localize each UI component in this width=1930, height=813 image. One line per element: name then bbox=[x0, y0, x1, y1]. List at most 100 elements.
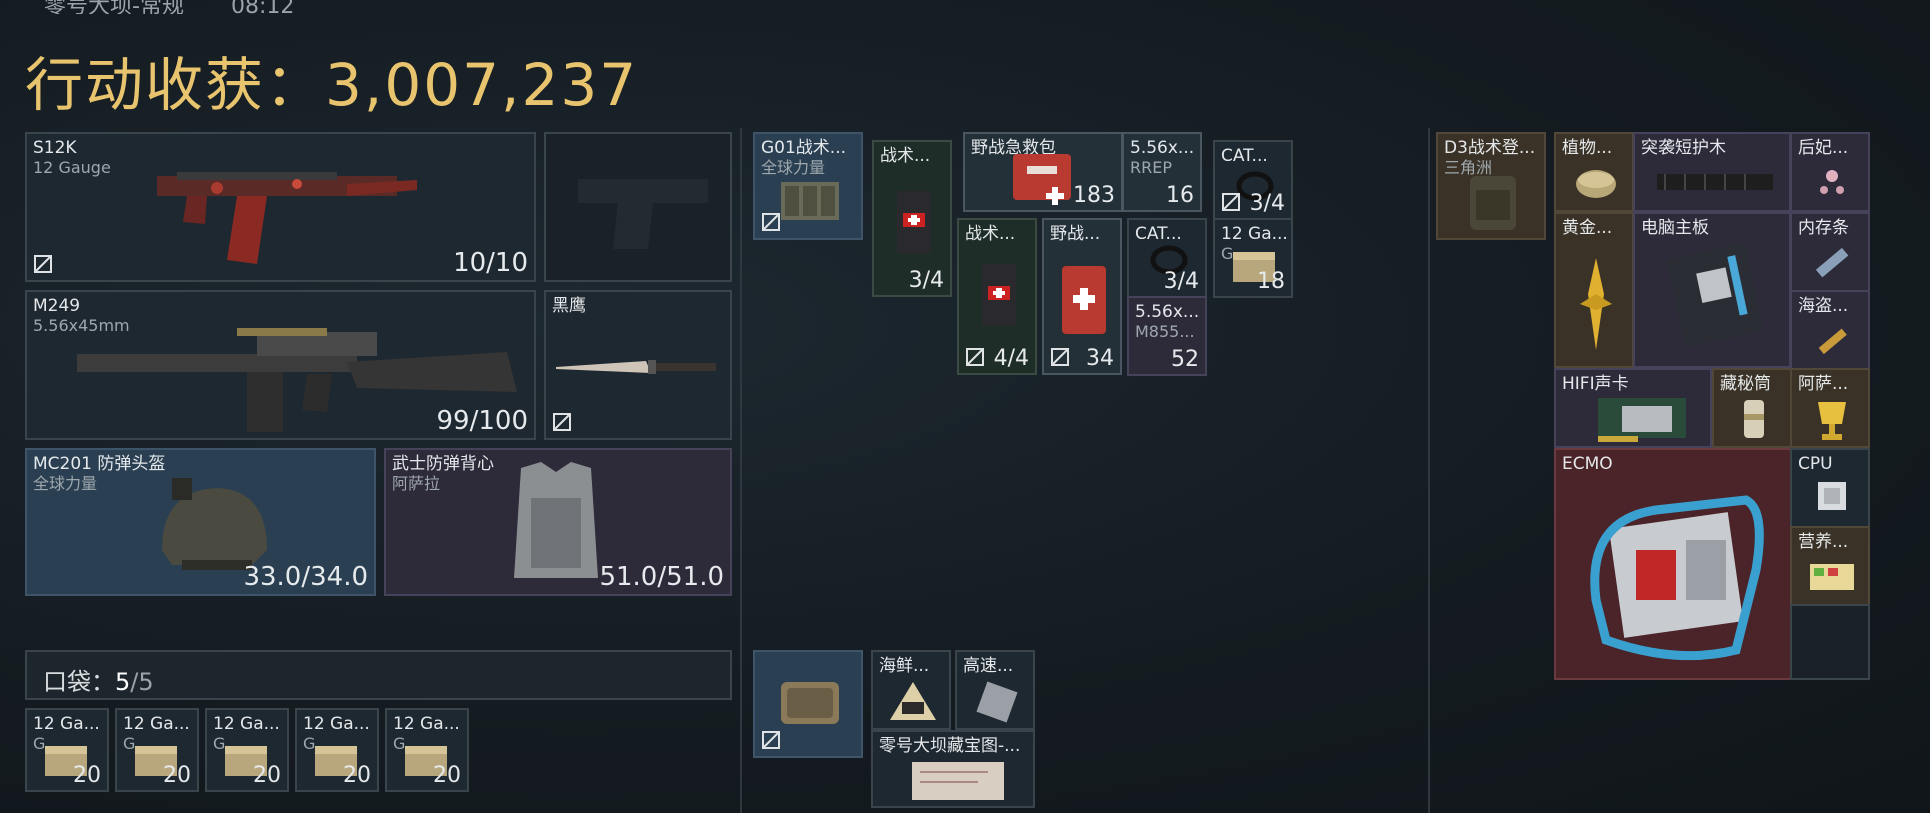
divider bbox=[1428, 128, 1430, 813]
stack-count: 20 bbox=[253, 763, 281, 788]
sound-card-icon bbox=[1598, 398, 1686, 442]
rig-item[interactable]: 12 Ga... G... 18 bbox=[1213, 218, 1293, 298]
item-name: 植物... bbox=[1562, 138, 1613, 158]
chest-rig-slot[interactable]: G01战术... 全球力量 bbox=[753, 132, 863, 240]
stack-count: 3/4 bbox=[1163, 269, 1199, 294]
backpack-image bbox=[1470, 176, 1516, 230]
divider bbox=[740, 128, 742, 813]
helmet-brand: 全球力量 bbox=[33, 474, 98, 493]
case-item[interactable]: 高速... bbox=[955, 650, 1035, 730]
backpack-empty-slot[interactable] bbox=[1790, 604, 1870, 680]
item-name: 藏秘筒 bbox=[1720, 374, 1771, 394]
heal-plus-icon bbox=[1046, 187, 1064, 205]
item-name: 5.56x... bbox=[1135, 302, 1200, 322]
weapon-caliber: 12 Gauge bbox=[33, 158, 111, 177]
rifle-image bbox=[157, 172, 417, 264]
rig-item[interactable]: CAT... 3/4 bbox=[1127, 218, 1207, 298]
item-name: 野战... bbox=[1050, 224, 1101, 244]
no-insure-icon bbox=[34, 255, 52, 273]
safe-case-slot[interactable] bbox=[753, 650, 863, 758]
cpu-chip-icon bbox=[1818, 482, 1846, 510]
backpack-item[interactable]: 植物... bbox=[1554, 132, 1634, 212]
primary-weapon-slot[interactable]: S12K 12 Gauge 10/10 bbox=[25, 132, 536, 282]
item-name: 12 Ga... bbox=[33, 714, 100, 734]
nutrition-box-icon bbox=[1810, 564, 1854, 590]
no-insure-icon bbox=[1051, 348, 1069, 366]
backpack-item[interactable]: 电脑主板 bbox=[1633, 212, 1791, 368]
rig-item[interactable]: 5.56x... M855... 52 bbox=[1127, 296, 1207, 376]
tactical-item-icon bbox=[982, 264, 1016, 326]
stack-count: 4/4 bbox=[993, 346, 1029, 371]
pocket-item[interactable]: 12 Ga... G... 20 bbox=[205, 708, 289, 792]
stack-count: 20 bbox=[163, 763, 191, 788]
rig-item[interactable]: 野战急救包 183 bbox=[963, 132, 1123, 212]
backpack-item[interactable]: 后妃... bbox=[1790, 132, 1870, 212]
item-name: 零号大坝藏宝图-... bbox=[879, 736, 1021, 756]
pirate-item-icon bbox=[1818, 328, 1847, 355]
stack-count: 3/4 bbox=[908, 268, 944, 293]
ammo-count: 99/100 bbox=[436, 406, 528, 436]
backpack-slot[interactable]: D3战术登... 三角洲 bbox=[1436, 132, 1546, 240]
rig-item[interactable]: 战术... 4/4 bbox=[957, 218, 1037, 375]
stack-count: 20 bbox=[433, 763, 461, 788]
backpack-item[interactable]: 海盗... bbox=[1790, 290, 1870, 370]
pocket-item[interactable]: 12 Ga... G... 20 bbox=[385, 708, 469, 792]
seafood-onigiri-icon bbox=[890, 682, 936, 720]
case-item[interactable]: 零号大坝藏宝图-... bbox=[871, 730, 1035, 808]
no-insure-icon bbox=[762, 731, 780, 749]
case-item[interactable]: 海鲜... bbox=[871, 650, 951, 730]
secondary-weapon-slot[interactable]: M249 5.56x45mm 99/100 bbox=[25, 290, 536, 440]
backpack-item[interactable]: HIFI声卡 bbox=[1554, 368, 1712, 448]
helmet-slot[interactable]: MC201 防弹头盔 全球力量 33.0/34.0 bbox=[25, 448, 376, 596]
pistol-slot[interactable] bbox=[544, 132, 732, 282]
item-name: 战术... bbox=[880, 146, 931, 166]
item-name: 内存条 bbox=[1798, 218, 1849, 238]
backpack-item[interactable]: CPU bbox=[1790, 448, 1870, 528]
item-name: CAT... bbox=[1221, 146, 1268, 166]
rig-item[interactable]: 战术... 3/4 bbox=[872, 140, 952, 297]
item-name: 黄金... bbox=[1562, 218, 1613, 238]
backpack-item[interactable]: 黄金... bbox=[1554, 212, 1634, 368]
rig-brand: 全球力量 bbox=[761, 158, 826, 177]
earnings-total: 行动收获：3,007,237 bbox=[25, 38, 638, 122]
no-insure-icon bbox=[1222, 193, 1240, 211]
pocket-item[interactable]: 12 Ga... G... 20 bbox=[25, 708, 109, 792]
backpack-item[interactable]: 突袭短护木 bbox=[1633, 132, 1791, 212]
treasure-map-icon bbox=[912, 762, 1004, 800]
no-insure-icon bbox=[553, 413, 571, 431]
knife-image bbox=[556, 360, 716, 374]
item-name: 后妃... bbox=[1798, 138, 1849, 158]
pocket-item[interactable]: 12 Ga... G... 20 bbox=[115, 708, 199, 792]
backpack-item[interactable]: ECMO bbox=[1554, 448, 1792, 680]
item-name: 海鲜... bbox=[879, 656, 930, 676]
rig-image bbox=[781, 182, 839, 220]
melee-slot[interactable]: 黑鹰 bbox=[544, 290, 732, 440]
item-sub: RREP bbox=[1130, 158, 1172, 177]
pocket-label: 口袋：5/5 bbox=[43, 668, 154, 696]
backpack-item[interactable]: 内存条 bbox=[1790, 212, 1870, 292]
item-name: ECMO bbox=[1562, 454, 1613, 474]
backpack-name: D3战术登... bbox=[1444, 138, 1536, 158]
vest-image bbox=[514, 462, 598, 578]
stack-count: 18 bbox=[1257, 269, 1285, 294]
ram-stick-icon bbox=[1815, 247, 1849, 278]
item-name: 12 Ga... bbox=[303, 714, 370, 734]
case-image bbox=[781, 682, 839, 724]
item-name: 海盗... bbox=[1798, 296, 1849, 316]
item-name: HIFI声卡 bbox=[1562, 374, 1629, 394]
rig-item[interactable]: 5.56x... RREP 16 bbox=[1122, 132, 1202, 212]
map-header: 零号大坝-常规 08:12 bbox=[44, 0, 334, 14]
earnings-label: 行动收获： bbox=[25, 51, 326, 119]
item-name: 营养... bbox=[1798, 532, 1849, 552]
armor-name: 武士防弹背心 bbox=[392, 454, 494, 474]
jewelry-icon bbox=[1820, 170, 1844, 194]
backpack-item[interactable]: 阿萨... bbox=[1790, 368, 1870, 448]
backpack-item[interactable]: 藏秘筒 bbox=[1712, 368, 1792, 448]
pocket-item[interactable]: 12 Ga... G... 20 bbox=[295, 708, 379, 792]
item-name: 12 Ga... bbox=[213, 714, 280, 734]
stack-count: 16 bbox=[1166, 183, 1194, 208]
armor-slot[interactable]: 武士防弹背心 阿萨拉 51.0/51.0 bbox=[384, 448, 732, 596]
backpack-item[interactable]: 营养... bbox=[1790, 526, 1870, 606]
rig-item[interactable]: 野战... 34 bbox=[1042, 218, 1122, 375]
rig-item[interactable]: CAT... 3/4 bbox=[1213, 140, 1293, 220]
